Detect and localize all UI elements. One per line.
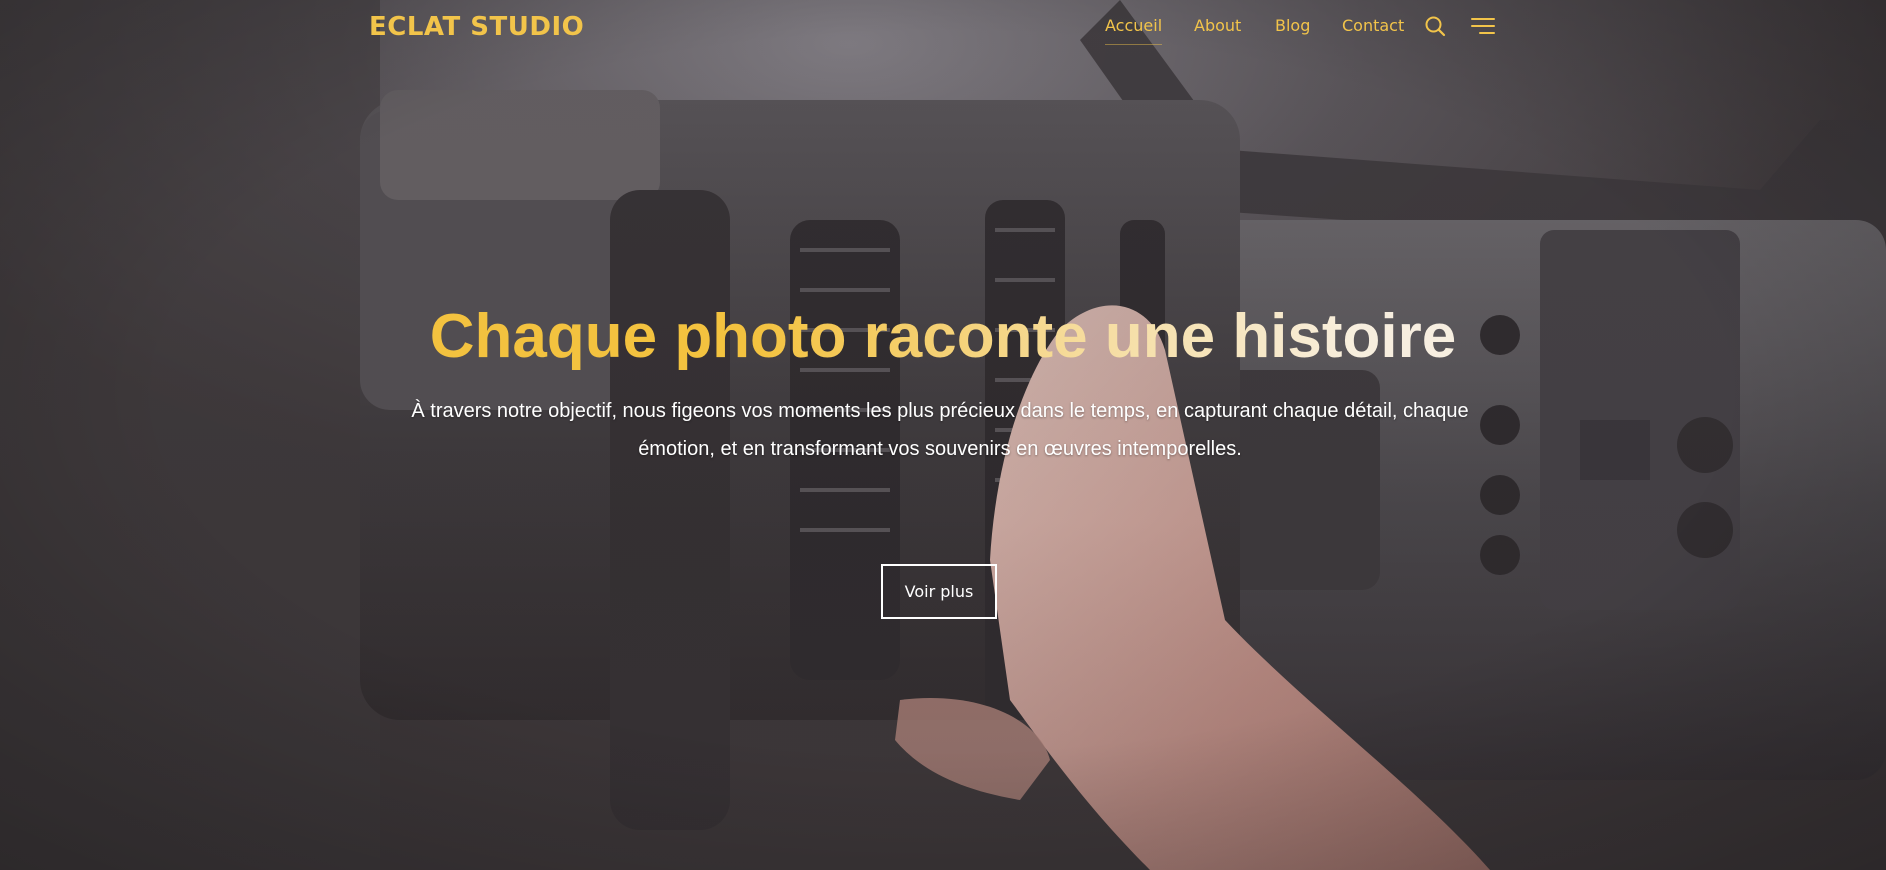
- nav-item-accueil[interactable]: Accueil: [1105, 15, 1163, 45]
- hero-subtitle-line1: À travers notre objectif, nous figeons v…: [411, 400, 1469, 422]
- hero-subtitle-line2: émotion, et en transformant vos souvenir…: [638, 438, 1242, 460]
- site-header: ECLAT STUDIO Accueil About Blog Contact: [0, 0, 1886, 54]
- main-nav: Accueil About Blog Contact: [0, 15, 1886, 45]
- nav-item-contact[interactable]: Contact: [1342, 15, 1404, 37]
- hero-section: ECLAT STUDIO Accueil About Blog Contact …: [0, 0, 1886, 870]
- voir-plus-button[interactable]: Voir plus: [881, 564, 997, 619]
- search-icon[interactable]: [1424, 15, 1446, 37]
- nav-item-about[interactable]: About: [1194, 15, 1241, 37]
- menu-lines-icon[interactable]: [1471, 17, 1495, 37]
- hero-subtitle: À travers notre objectif, nous figeons v…: [360, 392, 1520, 468]
- nav-item-blog[interactable]: Blog: [1275, 15, 1310, 37]
- hero-headline: Chaque photo raconte une histoire: [0, 300, 1886, 374]
